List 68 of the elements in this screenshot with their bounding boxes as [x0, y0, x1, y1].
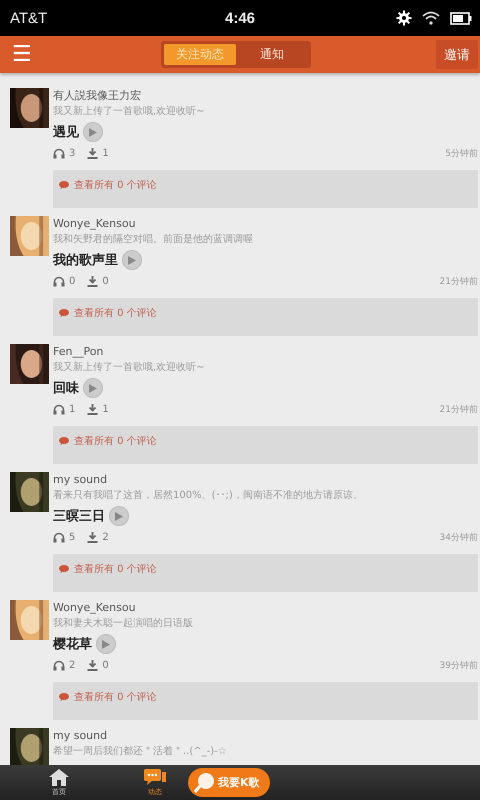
user-name[interactable]: Wonye_Kensou	[53, 216, 478, 232]
menu-button[interactable]: ☰	[8, 42, 36, 67]
settings-icon	[396, 10, 412, 26]
download-count: 0	[102, 660, 109, 670]
play-icon	[115, 512, 123, 520]
wifi-icon	[422, 11, 440, 25]
play-button[interactable]	[122, 250, 142, 270]
download-count: 0	[102, 276, 109, 286]
headphones-icon	[53, 404, 65, 414]
song-title[interactable]: 遇见	[53, 123, 79, 141]
listen-count: 1	[69, 404, 76, 414]
comment-icon	[59, 565, 69, 573]
chat-bubble-icon	[144, 768, 166, 786]
battery-icon	[450, 12, 472, 24]
download-icon	[87, 532, 98, 542]
home-icon	[49, 768, 69, 786]
user-name[interactable]: Wonye_Kensou	[53, 600, 478, 616]
post-time: 34分钟前	[440, 532, 478, 544]
download-icon	[87, 276, 98, 286]
post-time: 21分钟前	[440, 404, 478, 416]
comment-icon	[59, 309, 69, 317]
download-icon	[87, 404, 98, 414]
post-time: 39分钟前	[440, 660, 478, 672]
user-name[interactable]: 有人説我像王力宏	[53, 88, 478, 104]
play-icon	[102, 640, 110, 648]
post-time: 21分钟前	[440, 276, 478, 288]
comment-icon	[59, 693, 69, 701]
user-name[interactable]: Fen__Pon	[53, 344, 478, 360]
play-icon	[89, 128, 97, 136]
download-count: 2	[102, 532, 109, 542]
download-count: 1	[102, 148, 109, 158]
play-icon	[89, 384, 97, 392]
headphones-icon	[53, 276, 65, 286]
download-count: 1	[102, 404, 109, 414]
microphone-icon	[194, 772, 216, 794]
download-icon	[87, 148, 98, 158]
listen-count: 2	[69, 660, 76, 670]
play-button[interactable]	[83, 378, 103, 398]
comment-icon	[59, 181, 69, 189]
post-message: 看来只有我唱了这首，居然100%、(･･;)，闽南语不准的地方请原谅。	[53, 488, 364, 503]
post-message: 我又新上传了一首歌哦,欢迎收听~	[53, 104, 206, 119]
song-title[interactable]: 三暝三日	[53, 507, 105, 525]
post-message: 我又新上传了一首歌哦,欢迎收听~	[53, 360, 206, 375]
tab[interactable]: 通知	[236, 44, 308, 65]
song-title[interactable]: 我的歌声里	[53, 251, 118, 269]
post-message: 我和矢野君的隔空对唱。前面是他的蓝调调喔	[53, 232, 254, 247]
clock-time: 4:46	[224, 10, 256, 26]
comment-icon	[59, 437, 69, 445]
listen-count: 3	[69, 148, 76, 158]
carrier-name: AT&T	[10, 10, 48, 26]
post-message: 希望一周后我们都还＂活着＂..(^_-)-☆	[53, 744, 228, 759]
listen-count: 0	[69, 276, 76, 286]
download-icon	[87, 660, 98, 670]
user-name[interactable]: my sound	[53, 728, 478, 744]
play-button[interactable]	[96, 634, 116, 654]
song-title[interactable]: 回味	[53, 379, 79, 397]
play-icon	[128, 256, 136, 264]
headphones-icon	[53, 532, 65, 542]
user-name[interactable]: my sound	[53, 472, 478, 488]
headphones-icon	[53, 148, 65, 158]
listen-count: 5	[69, 532, 76, 542]
invite-button[interactable]: 邀请	[436, 40, 478, 69]
song-title[interactable]: 樱花草	[53, 635, 92, 653]
play-button[interactable]	[83, 122, 103, 142]
play-button[interactable]	[109, 506, 129, 526]
post-time: 5分钟前	[445, 148, 478, 160]
headphones-icon	[53, 660, 65, 670]
post-message: 我和妻夫木聪一起演唱的日语版	[53, 616, 194, 631]
